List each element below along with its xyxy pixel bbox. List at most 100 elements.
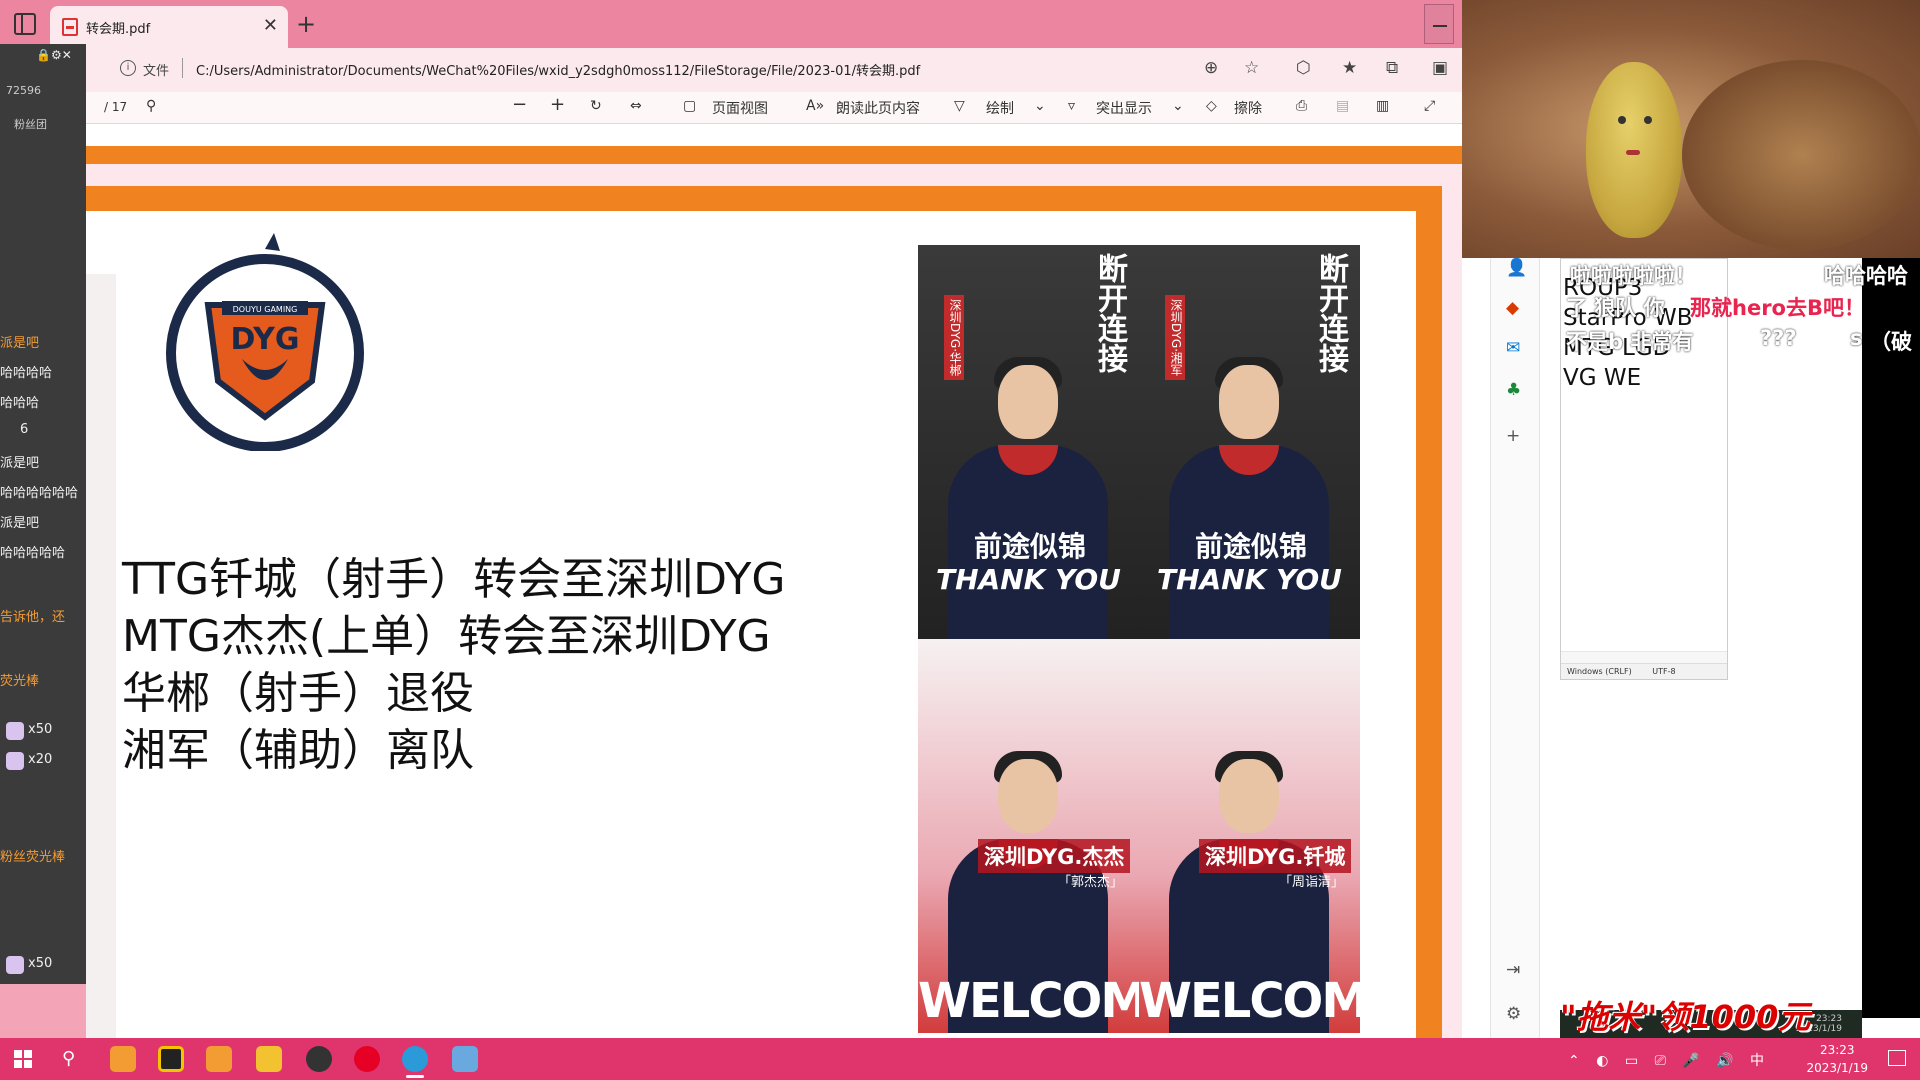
app-icon-assistant[interactable] [256, 1046, 282, 1072]
collapse-sidebar-icon[interactable]: ⇥ [1506, 960, 1520, 980]
windows-taskbar: ⚲ ⌃ ◐ ▭ ⎚ 🎤 🔊 中 23:23 2023/1/19 [0, 1038, 1920, 1080]
zoom-out-icon[interactable]: − [512, 94, 527, 115]
slide-content: DOUYU GAMING DYG TTG钎城（射手）转会至深圳DYG MTG杰杰… [86, 211, 1416, 1040]
notification-icon[interactable] [1888, 1050, 1906, 1066]
avatar-eye [1618, 116, 1626, 124]
danmaku-comment: 不是b 非常有 [1566, 330, 1694, 354]
new-tab-button[interactable]: + [296, 10, 316, 38]
chat-message: 哈哈哈哈 [0, 366, 53, 381]
notepad-horizontal-scrollbar[interactable] [1561, 651, 1727, 663]
chat-gift-name: 粉丝荧光棒 [0, 850, 66, 865]
collections-icon[interactable]: ⧉ [1386, 58, 1398, 78]
minimize-window-button[interactable] [1424, 4, 1454, 44]
taskbar-clock[interactable]: 23:23 2023/1/19 [1806, 1041, 1868, 1077]
erase-button[interactable]: 擦除 [1234, 98, 1262, 118]
poster-thank-you: THANK YOU [936, 563, 1121, 596]
dyg-logo: DOUYU GAMING DYG [166, 233, 364, 451]
app-icon-window[interactable] [452, 1046, 478, 1072]
fullscreen-icon[interactable]: ⤢ [1424, 98, 1435, 114]
avatar-mouth [1626, 150, 1640, 155]
chat-message: 派是吧 [0, 336, 40, 351]
save-icon[interactable]: ▤ [1336, 98, 1349, 114]
ime-indicator[interactable]: 中 [1750, 1053, 1770, 1069]
sidebar-icon[interactable]: ▣ [1432, 58, 1448, 78]
url-scheme-label: 文件 [143, 64, 170, 79]
draw-options-chevron-icon[interactable]: ⌄ [1034, 98, 1046, 114]
app-icon-douyu[interactable] [110, 1046, 136, 1072]
likes-count: 72596 [6, 84, 41, 97]
outlook-icon[interactable]: ✉ [1506, 338, 1520, 358]
app-icon-obs[interactable] [158, 1046, 184, 1072]
start-icon[interactable] [14, 1050, 32, 1068]
print-icon[interactable]: ⎙ [1296, 98, 1307, 114]
favorites-icon[interactable]: ★ [1342, 58, 1357, 78]
close-tab-icon[interactable]: ✕ [263, 15, 278, 36]
bullet-list: TTG钎城（射手）转会至深圳DYG MTG杰杰(上单）转会至深圳DYG 华郴（射… [96, 551, 786, 779]
rotate-icon[interactable]: ↻ [590, 98, 602, 114]
find-icon[interactable]: ⚲ [146, 98, 156, 114]
tab-title: 转会期.pdf [86, 22, 151, 37]
chat-message: 派是吧 [0, 516, 40, 531]
draw-button[interactable]: 绘制 [986, 98, 1014, 118]
secondary-time: 23:23 [1816, 1014, 1842, 1024]
poster-xiangjun: 断开连接 深圳DYG·湘军 前途似锦 THANK YOU [1139, 245, 1360, 639]
draw-icon: ▽ [954, 98, 965, 114]
promo-banner: "拖米"领1000元 [1560, 998, 1811, 1036]
office-icon[interactable]: ◆ [1506, 298, 1519, 318]
danmaku-comment: 那就hero去B吧！ [1690, 296, 1865, 320]
settings-gear-icon[interactable]: ⚙ [1506, 1004, 1521, 1024]
tab-pdf[interactable]: 转会期.pdf ✕ [50, 6, 288, 48]
app-icon-edge[interactable] [402, 1046, 428, 1078]
poster-qiancheng: 深圳DYG.钎城 「周诣清」 WELCOME [1139, 639, 1360, 1033]
pdf-file-icon [62, 18, 78, 36]
gift-count: x50 [28, 722, 53, 737]
zoom-icon[interactable]: ⊕ [1204, 58, 1218, 78]
erase-icon: ◇ [1206, 98, 1217, 114]
poster-team-name: 深圳DYG.钎城 [1199, 839, 1352, 873]
add-favorite-icon[interactable]: ☆ [1244, 58, 1259, 78]
lock-settings-close-icons[interactable]: 🔒⚙✕ [36, 48, 72, 62]
people-icon[interactable]: 👤 [1506, 258, 1527, 278]
zoom-in-icon[interactable]: + [550, 94, 565, 115]
save-as-icon[interactable]: ▥ [1376, 98, 1389, 114]
potato-pile [1682, 60, 1920, 250]
add-icon[interactable]: + [1506, 426, 1520, 446]
player-poster-collage: 断开连接 深圳DYG·华郴 前途似锦 THANK YOU 断开连接 深圳DYG·… [918, 245, 1360, 1033]
clock-date: 2023/1/19 [1806, 1061, 1868, 1075]
webcam-overlay [1462, 0, 1920, 258]
logo-mark: DYG [230, 322, 299, 357]
extensions-icon[interactable]: ⬡ [1296, 58, 1311, 78]
gift-count: x50 [28, 956, 53, 971]
screen: 转会期.pdf ✕ + i 文件 C:/Users/Administrator/… [0, 0, 1920, 1080]
tree-icon[interactable]: ♣ [1506, 380, 1521, 400]
previous-page-bottom [86, 124, 1462, 164]
app-icon-recorder[interactable] [306, 1046, 332, 1072]
app-icon-music[interactable] [354, 1046, 380, 1072]
danmaku-comment: 啦啦啦啦啦！ [1570, 264, 1696, 288]
danmaku-comment: 哈哈哈哈 [1824, 264, 1908, 288]
read-aloud-button[interactable]: 朗读此页内容 [836, 98, 920, 118]
fit-page-icon[interactable]: ⇔ [630, 98, 642, 114]
poster-thank-you: THANK YOU [1157, 563, 1342, 596]
url-input[interactable]: C:/Users/Administrator/Documents/WeChat%… [196, 60, 920, 79]
pdf-page: DOUYU GAMING DYG TTG钎城（射手）转会至深圳DYG MTG杰杰… [86, 186, 1442, 1040]
browser-tab-bar: 转会期.pdf ✕ + [0, 0, 1462, 48]
poster-welcome: WELCOME [1139, 973, 1360, 1029]
highlight-options-chevron-icon[interactable]: ⌄ [1172, 98, 1184, 114]
app-icon-live[interactable] [206, 1046, 232, 1072]
page-gutter [86, 274, 116, 1040]
read-aloud-icon: A» [806, 98, 825, 114]
logo-caption: DOUYU GAMING [233, 305, 298, 314]
system-tray-icons[interactable]: ⌃ ◐ ▭ ⎚ 🎤 🔊 中 [1568, 1050, 1770, 1070]
page-view-button[interactable]: 页面视图 [712, 98, 768, 118]
chat-gift-name: 荧光棒 [0, 674, 40, 689]
highlight-button[interactable]: 突出显示 [1096, 98, 1152, 118]
info-icon[interactable]: i [120, 60, 136, 76]
chat-message: 哈哈哈哈哈 [0, 546, 66, 561]
tab-actions-icon[interactable] [14, 13, 36, 35]
gift-icon [6, 752, 24, 770]
pdf-viewport[interactable]: DOUYU GAMING DYG TTG钎城（射手）转会至深圳DYG MTG杰杰… [86, 124, 1462, 1040]
chat-message: 哈哈哈 [0, 396, 40, 411]
search-icon[interactable]: ⚲ [62, 1048, 75, 1069]
fan-club-label: 粉丝团 [14, 118, 47, 131]
